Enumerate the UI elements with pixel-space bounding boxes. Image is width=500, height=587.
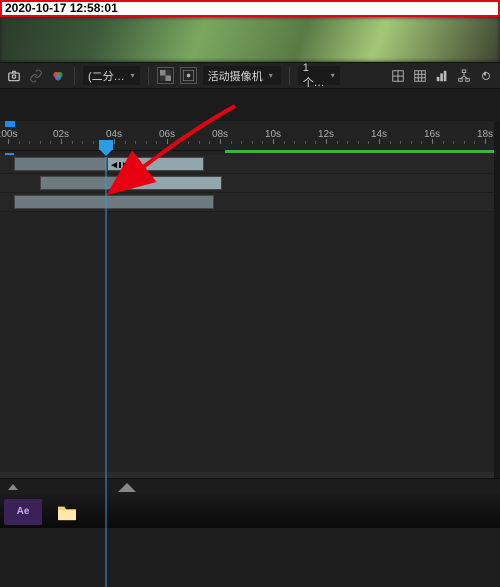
playhead-handle[interactable] xyxy=(99,140,113,150)
horizontal-resize-cursor-icon: ◄► xyxy=(110,158,130,172)
viewer-toolbar: (二分…▾ 活动摄像机▾ 1 个…▾ xyxy=(0,62,500,89)
layer-clip[interactable] xyxy=(14,157,107,171)
ruler-label: :00s xyxy=(0,129,17,140)
guides-icon[interactable] xyxy=(390,68,406,84)
timeline-panel: :00s 02s 04s 06s 08s 10s 12s 14s 16s 18s ◄► xyxy=(0,121,500,478)
zoom-out-icon[interactable] xyxy=(8,484,18,490)
zoom-slider-bar[interactable] xyxy=(0,478,500,495)
link-icon[interactable] xyxy=(28,68,44,84)
track-row[interactable] xyxy=(0,174,500,193)
ruler-label: 12s xyxy=(318,129,334,140)
ruler-label: 10s xyxy=(265,129,281,140)
camera-select[interactable]: 活动摄像机▾ xyxy=(203,66,281,85)
track-row[interactable] xyxy=(0,193,500,212)
transparency-grid-button[interactable] xyxy=(157,67,174,84)
vertical-scrollbar[interactable] xyxy=(494,121,500,478)
flowchart-icon[interactable] xyxy=(456,68,472,84)
snapshot-icon[interactable] xyxy=(6,68,22,84)
ruler-label: 18s xyxy=(477,129,493,140)
ruler-label: 02s xyxy=(53,129,69,140)
ruler-label: 06s xyxy=(159,129,175,140)
panel-gap xyxy=(0,89,500,121)
color-mgmt-icon[interactable] xyxy=(50,68,66,84)
exposure-icon[interactable] xyxy=(478,68,494,84)
resolution-select[interactable]: (二分…▾ xyxy=(83,66,140,85)
mask-visibility-button[interactable] xyxy=(180,67,197,84)
ruler-label: 04s xyxy=(106,129,122,140)
work-area-start-marker[interactable] xyxy=(5,121,15,127)
taskbar-file-explorer-icon[interactable] xyxy=(48,499,86,525)
layer-clip[interactable] xyxy=(40,176,125,190)
grid-icon[interactable] xyxy=(412,68,428,84)
layer-clip[interactable] xyxy=(14,195,214,209)
empty-tracks xyxy=(0,212,500,472)
time-ruler[interactable]: :00s 02s 04s 06s 08s 10s 12s 14s 16s 18s xyxy=(0,121,500,151)
layer-clip[interactable] xyxy=(125,176,222,190)
zoom-in-icon[interactable] xyxy=(118,483,136,492)
timestamp-bar: 2020-10-17 12:58:01 xyxy=(0,0,500,17)
ruler-label: 16s xyxy=(424,129,440,140)
timestamp-text: 2020-10-17 12:58:01 xyxy=(5,1,118,15)
cached-preview-bar xyxy=(225,150,500,153)
ruler-label: 14s xyxy=(371,129,387,140)
taskbar-aftereffects-icon[interactable]: Ae xyxy=(4,499,42,525)
ruler-label: 08s xyxy=(212,129,228,140)
track-row[interactable] xyxy=(0,155,500,174)
view-count-select[interactable]: 1 个…▾ xyxy=(298,66,340,85)
playhead-line xyxy=(106,157,107,587)
chart-icon[interactable] xyxy=(434,68,450,84)
tracks-area[interactable]: ◄► xyxy=(0,155,500,478)
preview-pane xyxy=(0,17,500,62)
playhead[interactable] xyxy=(97,140,115,150)
os-taskbar: Ae xyxy=(0,495,500,528)
